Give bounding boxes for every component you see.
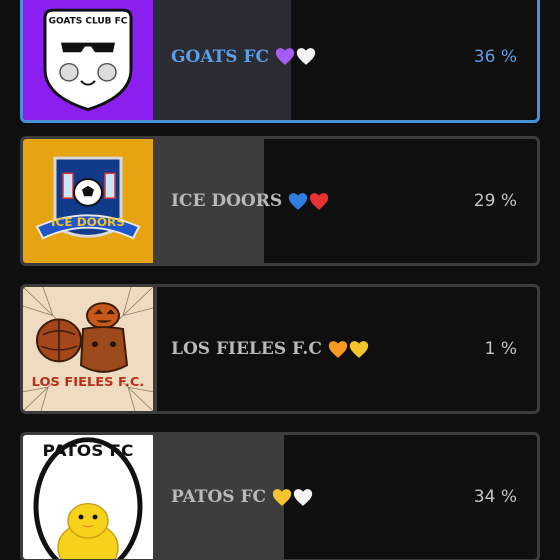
poll-option-ice-doors[interactable]: ICE DOORS ICE DOORS 29 % [20,136,540,266]
poll-option-goats-fc[interactable]: GOATS CLUB FC GOATS FC 36 % [20,0,540,123]
percent-label: 36 % [473,46,517,67]
patos-logo-text: PATOS FC [42,441,133,460]
heart-emojis [328,340,369,359]
los-fieles-logo-text: LOS FIELES F.C. [32,374,145,389]
option-label: GOATS FC [171,47,316,67]
heart-emojis [275,47,316,66]
blue-heart-icon [288,192,308,210]
white-heart-icon [296,48,316,65]
patos-fc-logo: PATOS FC [23,435,153,559]
option-label: ICE DOORS [171,191,329,211]
option-name: GOATS FC [171,46,270,67]
goats-logo-text: GOATS CLUB FC [49,17,128,27]
ice-doors-logo: ICE DOORS [23,139,153,263]
yellow-heart-icon [349,340,369,358]
poll-option-los-fieles-fc[interactable]: LOS FIELES F.C. LOS FIELES F.C 1 % [20,284,540,414]
heart-emojis [288,192,329,211]
option-label: LOS FIELES F.C [171,339,369,359]
ice-doors-logo-text: ICE DOORS [51,215,125,229]
heart-emojis [272,488,313,507]
option-name: ICE DOORS [171,191,283,211]
los-fieles-logo: LOS FIELES F.C. [23,287,153,411]
option-name: LOS FIELES F.C [171,339,322,359]
poll-options-list: GOATS CLUB FC GOATS FC 36 % ICE DOORS IC… [0,0,560,560]
percent-label: 34 % [473,487,517,507]
goats-fc-logo: GOATS CLUB FC [23,0,153,120]
red-heart-icon [309,192,329,210]
poll-option-patos-fc[interactable]: PATOS FC PATOS FC 34 % [20,432,540,560]
percent-label: 29 % [473,191,517,211]
option-name: PATOS FC [171,487,267,507]
percent-label: 1 % [484,339,517,359]
purple-heart-icon [275,48,295,65]
yellow-heart-icon [272,488,292,506]
orange-heart-icon [328,340,348,358]
white-heart-icon [293,488,313,506]
option-label: PATOS FC [171,487,313,507]
vote-share-bar [153,287,157,411]
